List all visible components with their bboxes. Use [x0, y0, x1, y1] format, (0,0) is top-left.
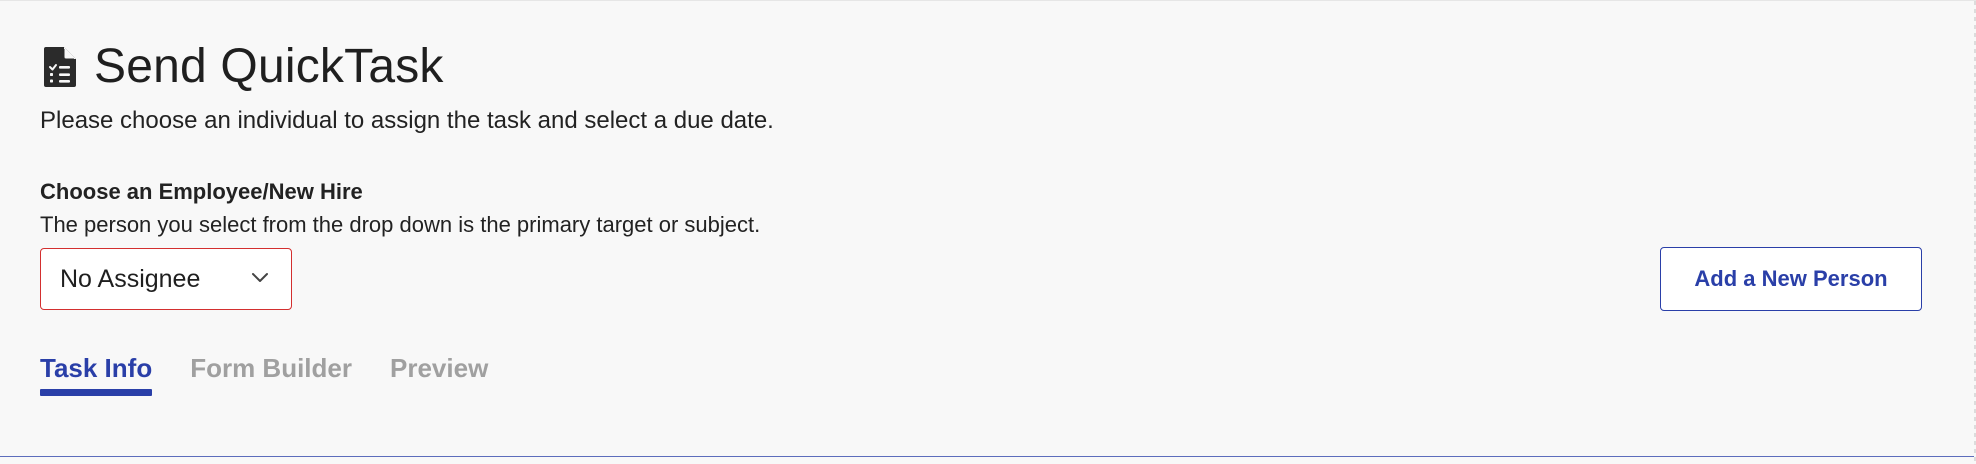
tab-bar: Task Info Form Builder Preview: [40, 353, 488, 396]
tab-bar-divider: [0, 456, 1976, 457]
tab-preview[interactable]: Preview: [390, 353, 488, 396]
assignee-field-help: The person you select from the drop down…: [40, 212, 761, 237]
document-checklist-icon: [40, 45, 80, 89]
assignee-dropdown[interactable]: No Assignee: [40, 248, 292, 310]
tab-task-info[interactable]: Task Info: [40, 353, 153, 396]
page-subtitle: Please choose an individual to assign th…: [40, 107, 774, 134]
assignee-field-label: Choose an Employee/New Hire: [40, 179, 363, 204]
quicktask-panel: Send QuickTask Please choose an individu…: [0, 0, 1976, 464]
add-new-person-button[interactable]: Add a New Person: [1660, 247, 1922, 311]
page-title: Send QuickTask: [94, 40, 444, 93]
tab-form-builder[interactable]: Form Builder: [190, 353, 352, 396]
assignee-selected-value: No Assignee: [60, 264, 201, 293]
title-row: Send QuickTask: [40, 39, 444, 95]
chevron-down-icon: [251, 271, 269, 283]
